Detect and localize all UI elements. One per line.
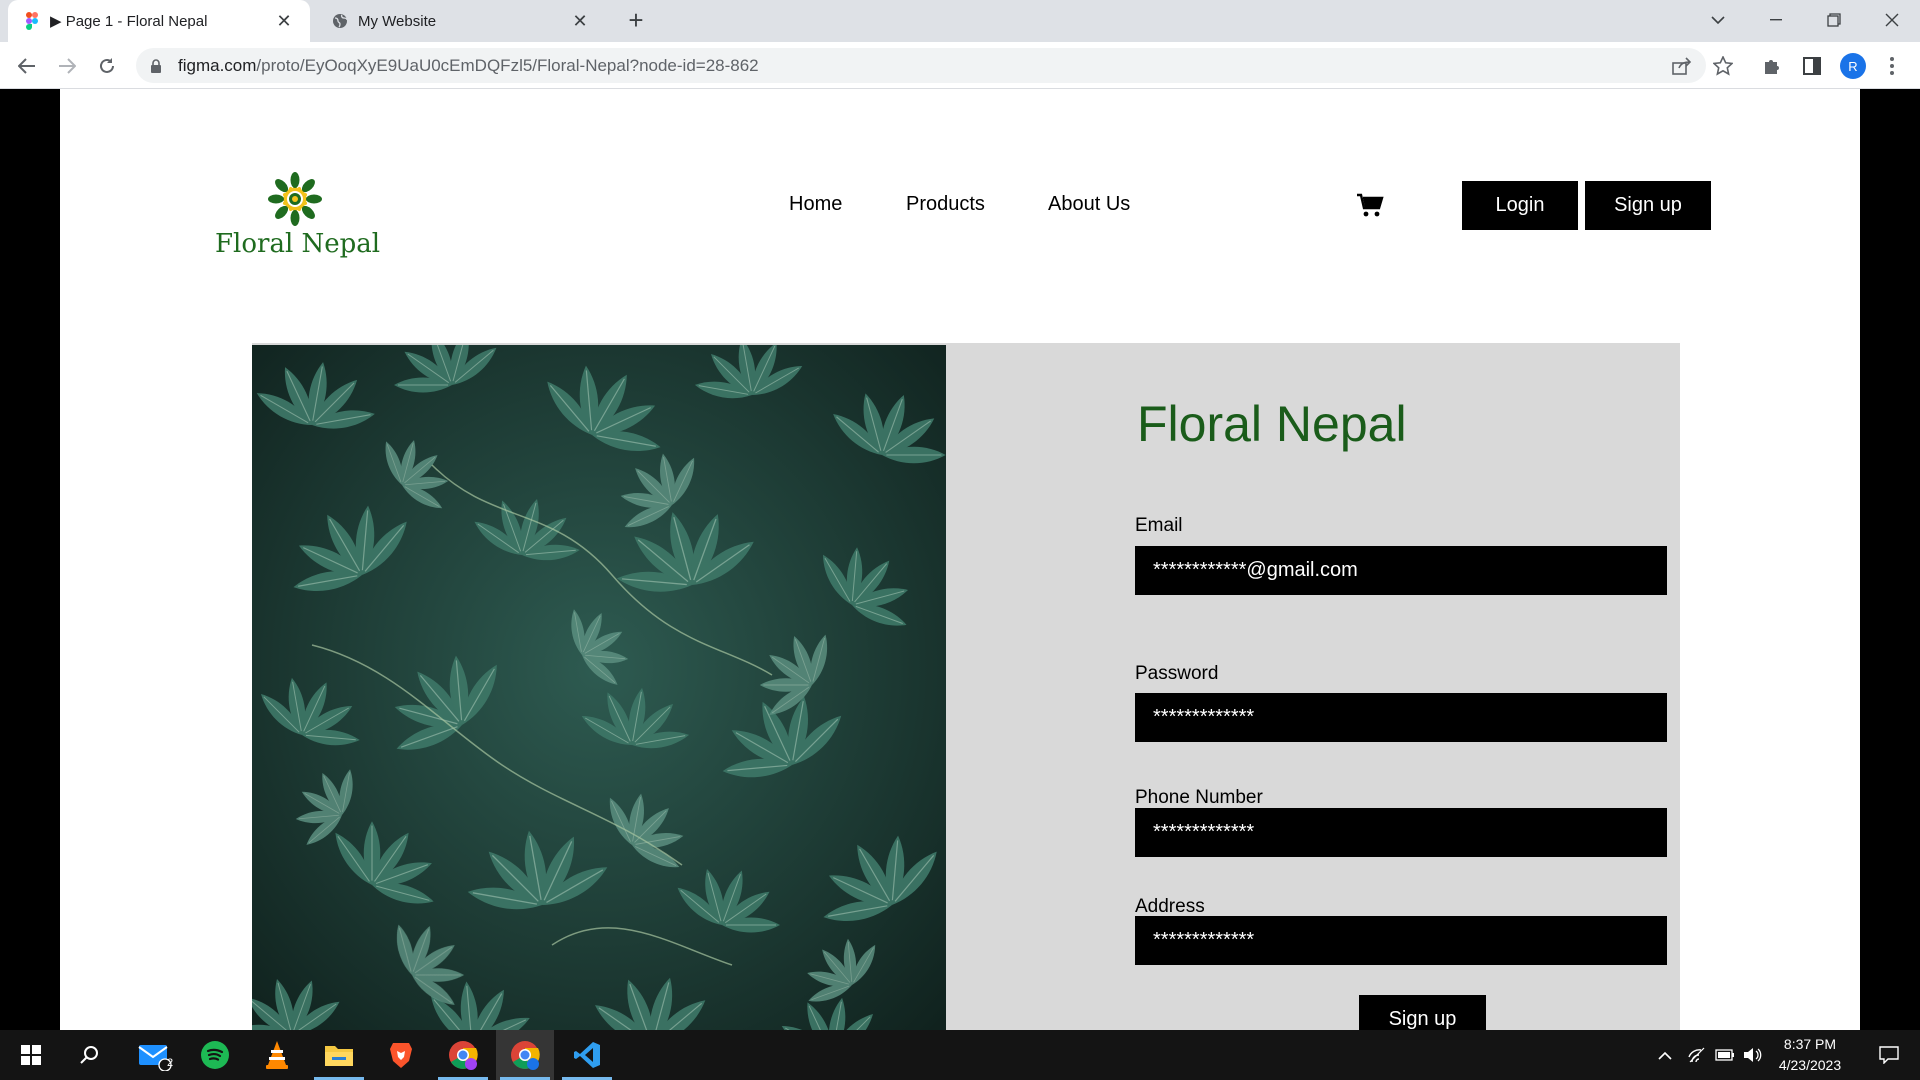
email-label: Email xyxy=(1135,515,1183,536)
chrome-icon xyxy=(449,1041,478,1070)
url-text: figma.com/proto/EyOoqXyE9UaU0cEmDQFzl5/F… xyxy=(178,56,759,76)
restore-icon[interactable] xyxy=(1806,0,1862,40)
tray-chevron-icon[interactable] xyxy=(1650,1030,1680,1080)
system-clock[interactable]: 8:37 PM 4/23/2023 xyxy=(1768,1034,1852,1076)
url-path: /proto/EyOoqXyE9UaU0cEmDQFzl5/Floral-Nep… xyxy=(256,55,759,75)
signup-card: Floral Nepal Email ************@gmail.co… xyxy=(252,343,1680,1030)
back-button[interactable] xyxy=(11,50,43,82)
reload-button[interactable] xyxy=(91,50,123,82)
nav-home[interactable]: Home xyxy=(789,193,842,216)
mail-app[interactable]: 2 xyxy=(126,1030,184,1080)
address-field[interactable]: ************* xyxy=(1135,916,1667,965)
page-viewport: Floral Nepal Home Products About Us Logi… xyxy=(0,89,1920,1030)
extensions-icon[interactable] xyxy=(1760,54,1784,78)
new-tab-button[interactable]: + xyxy=(620,6,652,36)
shopping-cart-icon[interactable] xyxy=(1356,193,1384,219)
password-label: Password xyxy=(1135,663,1219,684)
windows-taskbar: 2 8:37 PM 4/23/2023 xyxy=(0,1030,1920,1080)
bookmark-star-icon[interactable] xyxy=(1711,54,1735,78)
figma-icon xyxy=(26,12,38,30)
nav-about-us[interactable]: About Us xyxy=(1048,193,1130,216)
close-window-icon[interactable] xyxy=(1864,0,1920,40)
signup-header-button[interactable]: Sign up xyxy=(1585,181,1711,230)
windows-logo-icon xyxy=(21,1045,41,1065)
email-field[interactable]: ************@gmail.com xyxy=(1135,546,1667,595)
vscode-app[interactable] xyxy=(558,1030,616,1080)
browser-toolbar: figma.com/proto/EyOoqXyE9UaU0cEmDQFzl5/F… xyxy=(0,42,1920,89)
url-host: figma.com xyxy=(178,55,257,75)
spotify-icon xyxy=(201,1041,229,1069)
browser-tab-active[interactable]: ▶ Page 1 - Floral Nepal ✕ xyxy=(8,0,310,42)
vlc-icon xyxy=(266,1041,288,1069)
nav-about-link[interactable]: About Us xyxy=(1048,193,1130,216)
start-button[interactable] xyxy=(2,1030,60,1080)
share-icon[interactable] xyxy=(1670,54,1694,78)
profile-avatar[interactable]: R xyxy=(1840,53,1866,79)
nav-products-link[interactable]: Products xyxy=(906,193,985,216)
wifi-icon[interactable] xyxy=(1682,1030,1712,1080)
password-field[interactable]: ************* xyxy=(1135,693,1667,742)
back-arrow-icon xyxy=(18,58,35,74)
tab-title: My Website xyxy=(358,12,437,30)
close-tab-icon[interactable]: ✕ xyxy=(274,11,294,32)
lock-icon xyxy=(151,58,161,73)
forward-arrow-icon xyxy=(59,58,76,74)
search-icon xyxy=(80,1046,98,1064)
tab-search-icon[interactable] xyxy=(1690,0,1746,40)
nav-home-link[interactable]: Home xyxy=(789,193,842,216)
vlc-app[interactable] xyxy=(248,1030,306,1080)
tab-title: ▶ Page 1 - Floral Nepal xyxy=(50,13,208,30)
chrome-app-profile-1[interactable] xyxy=(434,1030,492,1080)
browser-tab-strip: ▶ Page 1 - Floral Nepal ✕ My Website ✕ + xyxy=(0,0,1920,42)
side-panel-icon[interactable] xyxy=(1800,54,1824,78)
search-button[interactable] xyxy=(60,1030,118,1080)
notifications-icon[interactable] xyxy=(1864,1030,1914,1080)
folder-icon xyxy=(325,1046,353,1066)
phone-field[interactable]: ************* xyxy=(1135,808,1667,857)
leaves-image xyxy=(252,345,946,1030)
address-bar[interactable]: figma.com/proto/EyOoqXyE9UaU0cEmDQFzl5/F… xyxy=(136,48,1706,83)
chrome-app-profile-2[interactable] xyxy=(496,1030,554,1080)
leaves-photo xyxy=(252,345,946,1030)
address-label: Address xyxy=(1135,896,1205,917)
volume-icon[interactable] xyxy=(1738,1030,1768,1080)
clock-date: 4/23/2023 xyxy=(1778,1057,1842,1073)
reload-icon xyxy=(100,58,114,73)
flower-logo-icon xyxy=(268,172,322,226)
spotify-app[interactable] xyxy=(186,1030,244,1080)
kebab-menu-icon[interactable] xyxy=(1880,54,1904,78)
chrome-icon xyxy=(511,1041,540,1070)
vscode-icon xyxy=(574,1042,600,1068)
file-explorer-app[interactable] xyxy=(310,1030,368,1080)
form-title: Floral Nepal xyxy=(1137,396,1407,452)
web-page: Floral Nepal Home Products About Us Logi… xyxy=(60,89,1860,1030)
mail-badge: 2 xyxy=(167,1057,174,1069)
nav-products[interactable]: Products xyxy=(906,193,985,216)
browser-tab-inactive[interactable]: My Website ✕ xyxy=(316,0,606,42)
logo-text: Floral Nepal xyxy=(215,229,381,259)
forward-button[interactable] xyxy=(51,50,83,82)
clock-time: 8:37 PM xyxy=(1783,1036,1837,1052)
login-button[interactable]: Login xyxy=(1462,181,1578,230)
site-logo[interactable]: Floral Nepal xyxy=(215,171,381,259)
battery-icon[interactable] xyxy=(1710,1030,1740,1080)
close-tab-icon[interactable]: ✕ xyxy=(570,11,590,32)
brave-app[interactable] xyxy=(372,1030,430,1080)
phone-label: Phone Number xyxy=(1135,787,1263,808)
globe-icon xyxy=(333,14,348,28)
signup-submit-button[interactable]: Sign up xyxy=(1359,995,1486,1030)
minimize-icon[interactable] xyxy=(1748,0,1804,40)
brave-icon xyxy=(390,1043,412,1068)
